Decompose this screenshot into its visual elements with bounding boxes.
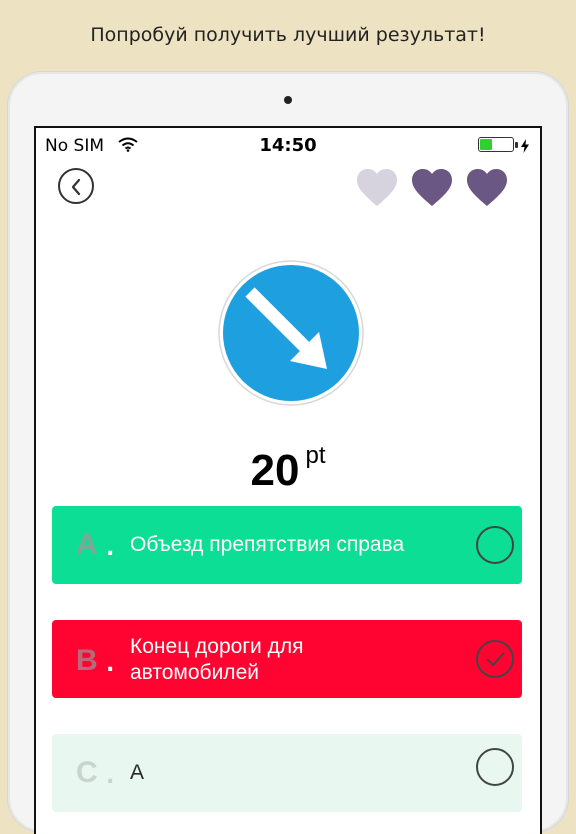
promo-caption: Попробуй получить лучший результат!: [90, 24, 486, 46]
clock: 14:50: [259, 135, 317, 156]
checkmark-circle-icon: [476, 640, 514, 678]
answer-b-button[interactable]: B . Конец дороги для автомобилей: [52, 620, 522, 698]
score-value: 20: [250, 446, 300, 495]
answer-letter: A: [76, 528, 98, 561]
battery-level: [480, 139, 492, 150]
unchecked-circle-icon: [476, 526, 514, 564]
front-camera: [284, 96, 292, 104]
answer-letter: B: [76, 644, 98, 677]
answer-text: Объезд препятствия справа: [130, 533, 405, 556]
back-button[interactable]: [58, 168, 94, 204]
charging-bolt-icon: [521, 138, 529, 158]
chevron-left-icon: [71, 178, 81, 196]
status-bar: No SIM 14:50: [36, 128, 540, 164]
heart-icon: [357, 169, 397, 206]
answer-dot: .: [106, 652, 115, 677]
battery-icon: [478, 137, 514, 152]
heart-icon: [467, 169, 507, 206]
road-sign-pass-right-icon: [218, 260, 364, 406]
answer-text: Конец дороги для автомобилей: [130, 635, 304, 684]
unchecked-circle-icon: [476, 748, 514, 786]
answer-dot: .: [106, 536, 115, 561]
heart-icon: [412, 169, 452, 206]
answer-c-button[interactable]: C . А: [52, 734, 522, 812]
answer-letter: C: [76, 756, 98, 789]
answer-a-button[interactable]: A . Объезд препятствия справа: [52, 506, 522, 584]
app-screen: No SIM 14:50 20 pt A . Объезд препятстви…: [34, 126, 542, 834]
tablet-frame: No SIM 14:50 20 pt A . Объезд препятстви…: [8, 72, 568, 834]
battery-cap: [515, 142, 518, 148]
answer-text: А: [130, 761, 145, 784]
score-display: 20 pt: [36, 442, 540, 496]
score-unit: pt: [305, 442, 326, 469]
